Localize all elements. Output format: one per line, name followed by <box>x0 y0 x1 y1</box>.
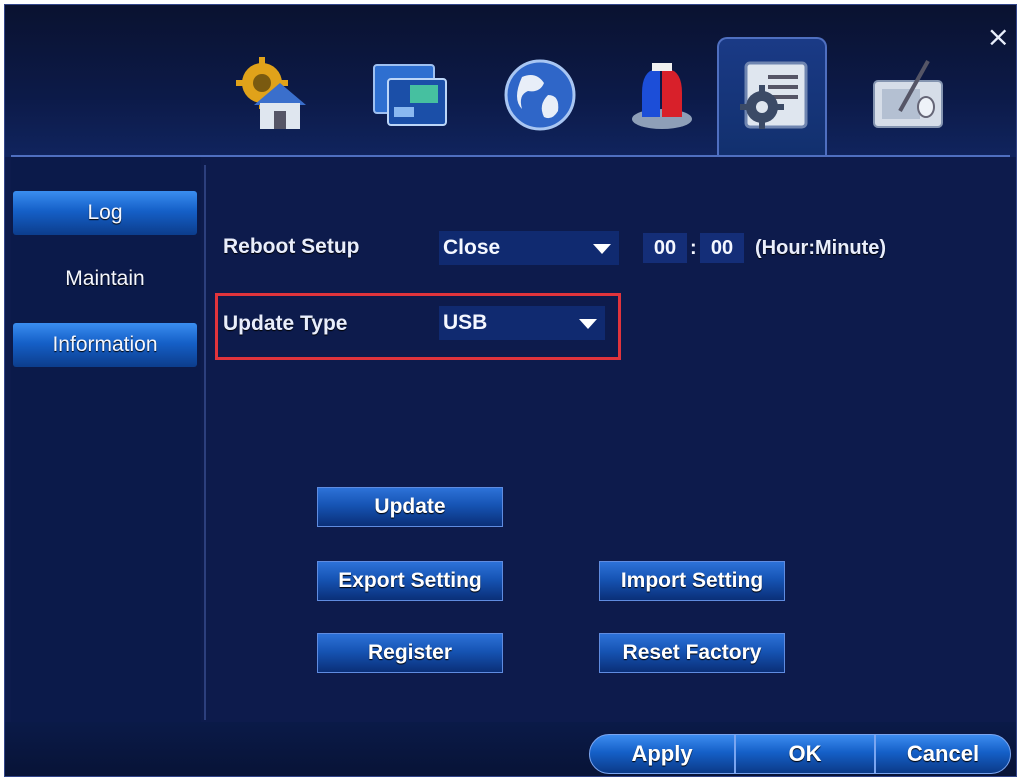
highlight-box <box>215 293 621 360</box>
reboot-setup-label: Reboot Setup <box>223 235 360 258</box>
chevron-down-icon <box>593 244 611 254</box>
time-separator: : <box>690 237 697 259</box>
home-settings-icon <box>232 55 312 140</box>
reset-factory-button[interactable]: Reset Factory <box>599 633 785 673</box>
display-icon <box>370 55 450 140</box>
reboot-setup-select[interactable]: Close <box>439 231 619 265</box>
reboot-minute-field[interactable]: 00 <box>700 233 744 263</box>
system-settings-icon <box>732 55 812 140</box>
alarm-siren-icon <box>622 55 702 140</box>
tab-advanced[interactable] <box>853 41 963 153</box>
tab-alarm[interactable] <box>607 41 717 153</box>
tab-general[interactable] <box>217 41 327 153</box>
reboot-hour-field[interactable]: 00 <box>643 233 687 263</box>
sidebar-item-log[interactable]: Log <box>13 191 197 235</box>
export-setting-button[interactable]: Export Setting <box>317 561 503 601</box>
settings-window: × Log Maintain Information Reboot Setup … <box>4 4 1017 777</box>
tab-display[interactable] <box>355 41 465 153</box>
reboot-setup-value: Close <box>443 236 501 259</box>
sidebar-item-maintain[interactable]: Maintain <box>13 257 197 301</box>
sidebar <box>11 157 201 722</box>
time-format-hint: (Hour:Minute) <box>755 237 887 259</box>
sidebar-item-information[interactable]: Information <box>13 323 197 367</box>
tab-system[interactable] <box>717 37 827 155</box>
tab-network[interactable] <box>485 41 595 153</box>
cancel-button[interactable]: Cancel <box>875 734 1011 774</box>
ok-button[interactable]: OK <box>735 734 875 774</box>
apply-button[interactable]: Apply <box>589 734 735 774</box>
close-icon[interactable]: × <box>987 23 1010 51</box>
network-globe-icon <box>500 55 580 140</box>
sidebar-divider <box>204 165 206 720</box>
update-button[interactable]: Update <box>317 487 503 527</box>
register-button[interactable]: Register <box>317 633 503 673</box>
import-setting-button[interactable]: Import Setting <box>599 561 785 601</box>
drawing-tablet-icon <box>868 55 948 140</box>
